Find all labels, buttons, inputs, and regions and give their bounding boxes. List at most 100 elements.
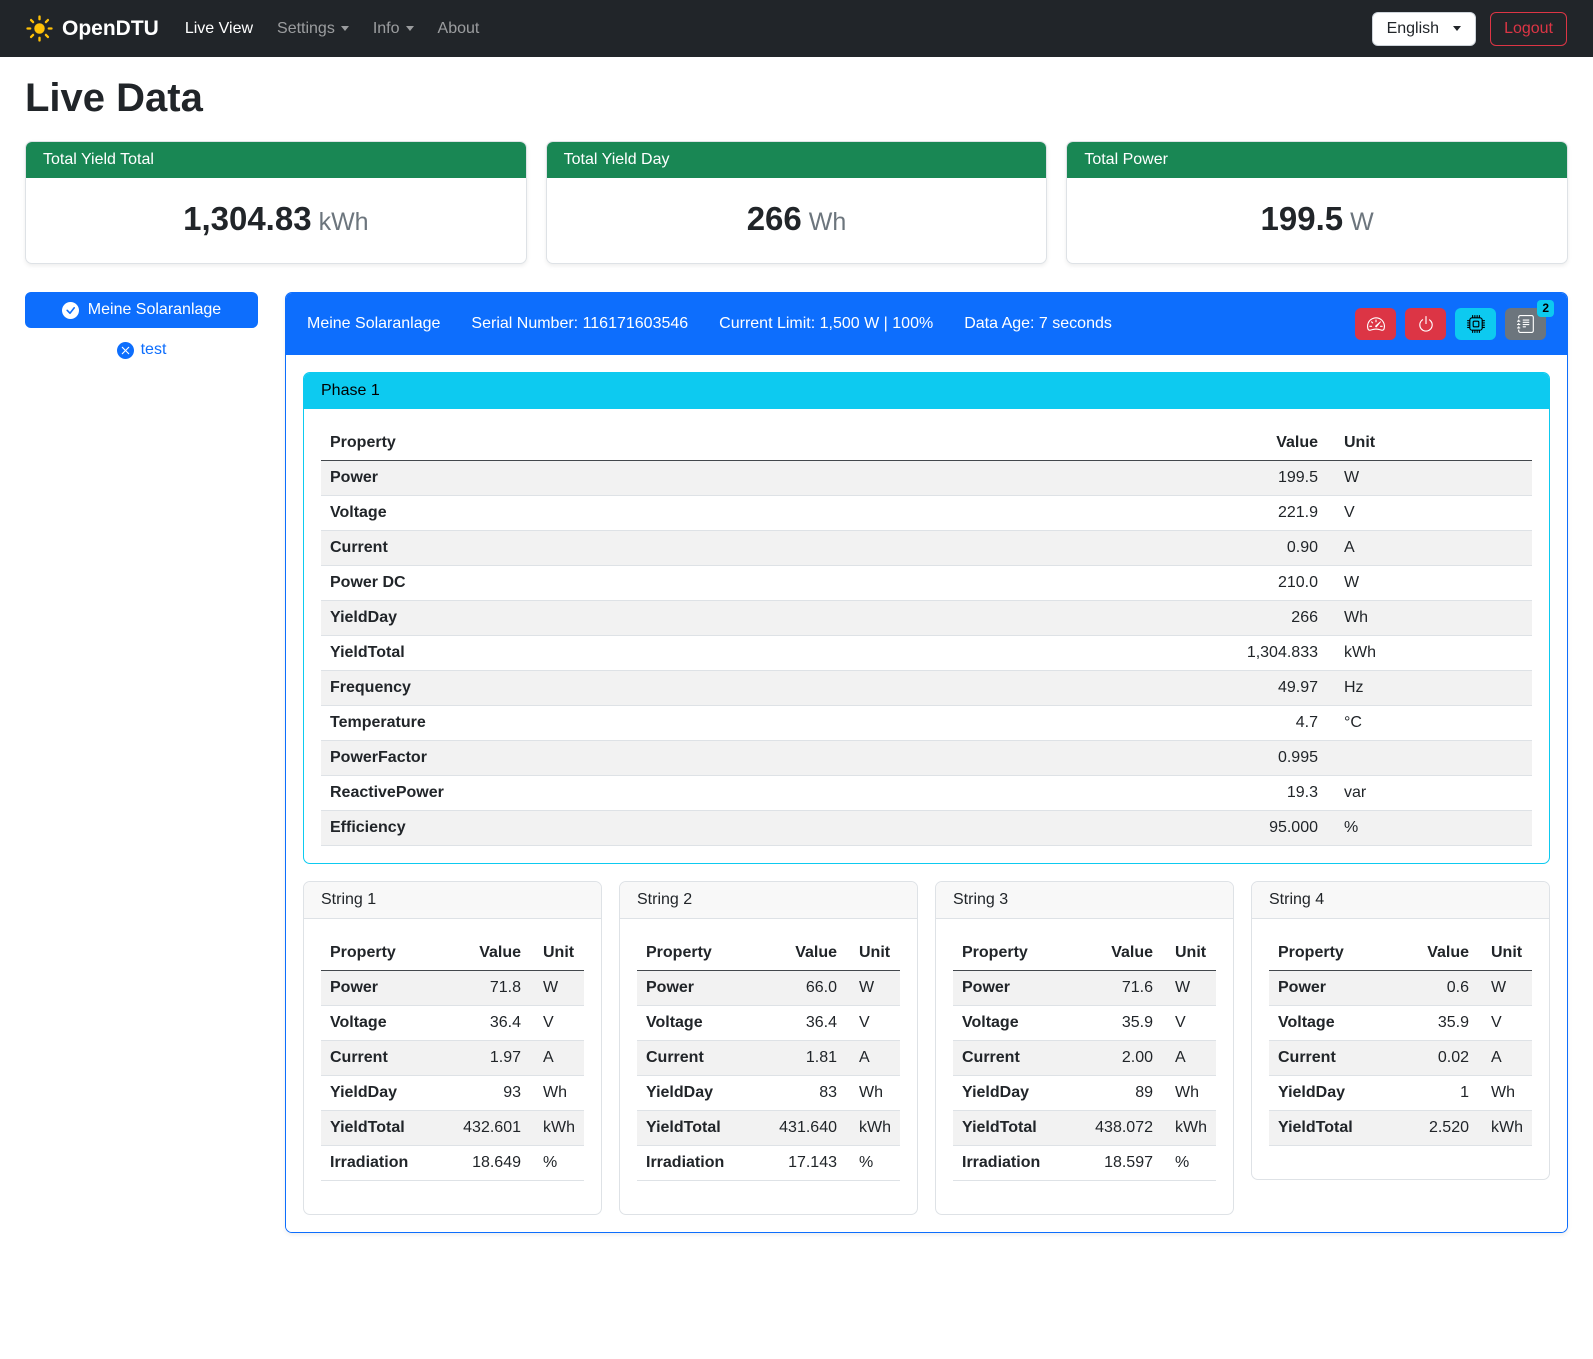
string-card-title: String 1 (304, 882, 601, 919)
phase-card-title: Phase 1 (304, 373, 1549, 409)
property-cell: YieldDay (321, 1076, 454, 1111)
string-card-body: Property Value Unit Power0.6W Voltage35.… (1252, 919, 1549, 1179)
unit-cell: V (1162, 1006, 1216, 1041)
unit-cell: kWh (1327, 636, 1532, 671)
table-row: Irradiation18.649% (321, 1146, 584, 1181)
table-row: Current0.02A (1269, 1041, 1532, 1076)
value-cell: 1.81 (770, 1041, 846, 1076)
inverter-data-age: Data Age: 7 seconds (964, 315, 1112, 333)
value-cell: 49.97 (1197, 671, 1327, 706)
table-row: YieldDay266Wh (321, 601, 1532, 636)
power-control-button[interactable] (1405, 308, 1446, 340)
table-row: Current2.00A (953, 1041, 1216, 1076)
value-cell: 36.4 (770, 1006, 846, 1041)
column-header-value: Value (770, 936, 846, 971)
property-cell: Current (321, 531, 1197, 566)
unit-cell: W (530, 971, 584, 1006)
string-table: Property Value Unit Power71.6W Voltage35… (953, 936, 1216, 1181)
card-value: 199.5W (1067, 178, 1567, 263)
sun-icon (26, 15, 53, 42)
property-cell: Voltage (1269, 1006, 1416, 1041)
sidebar-item-test[interactable]: test (25, 341, 258, 359)
unit-cell: % (1327, 811, 1532, 846)
value-cell: 266 (1197, 601, 1327, 636)
table-row: Voltage36.4V (321, 1006, 584, 1041)
string-card-title: String 4 (1252, 882, 1549, 919)
language-selected-value: English (1387, 20, 1439, 38)
table-row: YieldDay93Wh (321, 1076, 584, 1111)
value-cell: 35.9 (1086, 1006, 1162, 1041)
card-title: Total Power (1067, 142, 1567, 178)
unit-cell: A (1478, 1041, 1532, 1076)
table-row: YieldTotal2.520kWh (1269, 1111, 1532, 1146)
property-cell: Irradiation (953, 1146, 1086, 1181)
value-cell: 18.597 (1086, 1146, 1162, 1181)
property-cell: Current (321, 1041, 454, 1076)
property-cell: PowerFactor (321, 741, 1197, 776)
column-header-property: Property (321, 426, 1197, 461)
table-header-row: Property Value Unit (321, 936, 584, 971)
column-header-unit: Unit (846, 936, 900, 971)
inverter-panel-body: Phase 1 Property Value Unit (286, 355, 1567, 1232)
value-cell: 0.02 (1416, 1041, 1478, 1076)
property-cell: YieldDay (321, 601, 1197, 636)
inverter-panel-header: Meine Solaranlage Serial Number: 1161716… (286, 293, 1567, 355)
total-power-card: Total Power 199.5W (1066, 141, 1568, 264)
card-value: 1,304.83kWh (26, 178, 526, 263)
value-cell: 1,304.833 (1197, 636, 1327, 671)
table-row: YieldTotal1,304.833kWh (321, 636, 1532, 671)
nav-item-info[interactable]: Info (361, 12, 426, 46)
table-row: Power71.6W (953, 971, 1216, 1006)
property-cell: ReactivePower (321, 776, 1197, 811)
table-row: Voltage35.9V (1269, 1006, 1532, 1041)
value-cell: 36.4 (454, 1006, 530, 1041)
table-row: Irradiation18.597% (953, 1146, 1216, 1181)
event-log-button[interactable]: 2 (1505, 308, 1546, 340)
property-cell: Voltage (321, 1006, 454, 1041)
inverter-serial: Serial Number: 116171603546 (471, 315, 688, 333)
unit-cell: °C (1327, 706, 1532, 741)
property-cell: Power (953, 971, 1086, 1006)
column-header-unit: Unit (1478, 936, 1532, 971)
inverter-action-buttons: 2 (1355, 308, 1546, 340)
inverter-panel: Meine Solaranlage Serial Number: 1161716… (285, 292, 1568, 1233)
navbar-right: English Logout (1372, 12, 1567, 46)
unit-cell: W (1327, 461, 1532, 496)
property-cell: Current (637, 1041, 770, 1076)
property-cell: Power (321, 971, 454, 1006)
property-cell: Irradiation (321, 1146, 454, 1181)
unit-cell: A (530, 1041, 584, 1076)
limit-settings-button[interactable] (1355, 308, 1396, 340)
logout-button[interactable]: Logout (1490, 12, 1567, 46)
value-cell: 432.601 (454, 1111, 530, 1146)
nav-item-about[interactable]: About (426, 12, 492, 46)
table-row: Power71.8W (321, 971, 584, 1006)
unit-cell: % (530, 1146, 584, 1181)
phase-card-body: Property Value Unit Power199.5W Voltage2… (304, 409, 1549, 863)
table-row: Frequency49.97Hz (321, 671, 1532, 706)
nav-item-settings[interactable]: Settings (265, 12, 361, 46)
property-cell: Frequency (321, 671, 1197, 706)
summary-cards-row: Total Yield Total 1,304.83kWh Total Yiel… (25, 141, 1568, 264)
property-cell: YieldTotal (321, 636, 1197, 671)
inverter-select-button[interactable]: Meine Solaranlage (25, 292, 258, 328)
nav-item-live-view[interactable]: Live View (173, 12, 265, 46)
table-row: Irradiation17.143% (637, 1146, 900, 1181)
table-row: YieldDay89Wh (953, 1076, 1216, 1111)
table-row: Power DC210.0W (321, 566, 1532, 601)
brand-link[interactable]: OpenDTU (26, 15, 159, 42)
property-cell: YieldDay (637, 1076, 770, 1111)
string-card-body: Property Value Unit Power71.8W Voltage36… (304, 919, 601, 1214)
device-info-button[interactable] (1455, 308, 1496, 340)
phase-card: Phase 1 Property Value Unit (303, 372, 1550, 864)
check-circle-icon (62, 302, 79, 319)
property-cell: Current (953, 1041, 1086, 1076)
language-select[interactable]: English (1372, 12, 1476, 46)
property-cell: YieldTotal (1269, 1111, 1416, 1146)
value-cell: 18.649 (454, 1146, 530, 1181)
brand-label: OpenDTU (62, 17, 159, 41)
nav-links: Live View Settings Info About (173, 12, 492, 46)
value-number: 1,304.83 (183, 200, 311, 237)
value-number: 199.5 (1261, 200, 1344, 237)
string-2-card: String 2 Property Value Unit (619, 881, 918, 1215)
